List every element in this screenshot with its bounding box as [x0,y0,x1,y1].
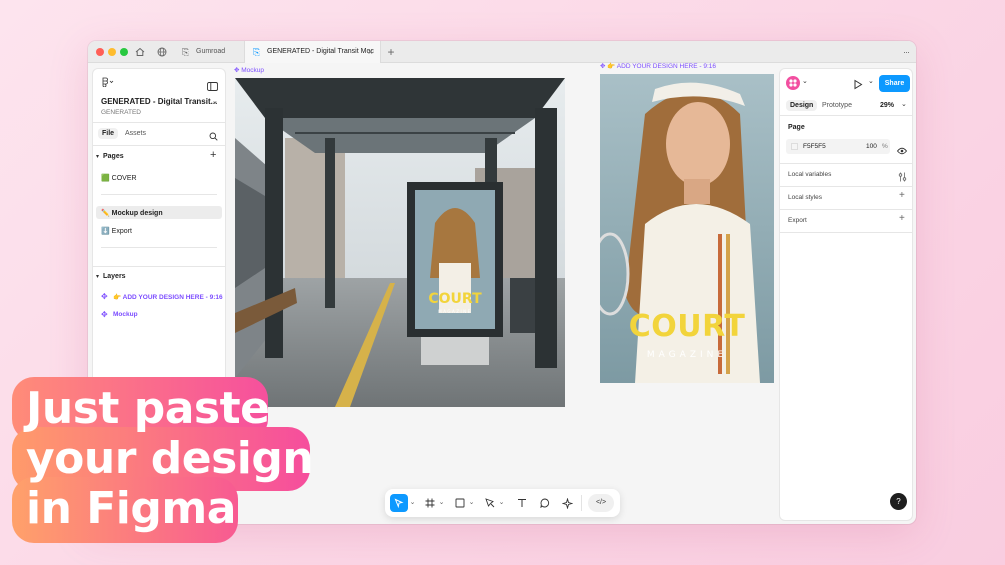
chevron-down-icon[interactable]: ⌄ [212,97,218,105]
more-icon[interactable]: ··· [898,45,914,59]
collapse-layers-icon[interactable]: ▾ [96,273,99,280]
close-tab-icon[interactable]: × [368,41,373,63]
variables-settings-icon[interactable] [898,169,907,187]
tab-generated-file[interactable]: ⎘ GENERATED - Digital Transit Moc × [244,41,381,63]
chevron-down-icon[interactable]: ⌄ [468,494,475,512]
add-style-icon[interactable]: + [899,190,905,201]
home-icon[interactable] [133,45,147,59]
layer-item-mockup[interactable]: Mockup [113,311,138,318]
export-label[interactable]: Export [788,217,807,224]
add-page-button[interactable]: + [210,149,216,161]
present-play-icon[interactable] [853,77,863,95]
tab-label: Gumroad [196,48,226,55]
color-swatch[interactable] [791,143,798,150]
page-color-value[interactable]: F5F5F5 [803,143,826,150]
tab-label: GENERATED - Digital Transit Moc [267,48,374,55]
local-styles-label[interactable]: Local styles [788,194,822,201]
eye-icon[interactable] [896,142,908,160]
minimize-window-button[interactable] [108,48,116,56]
page-opacity-value[interactable]: 100 [866,143,877,150]
new-tab-button[interactable]: + [384,45,398,59]
title-bar: ⎘ Gumroad ⎘ GENERATED - Digital Transit … [88,41,916,63]
globe-icon[interactable] [155,45,169,59]
tab-assets[interactable]: Assets [125,130,146,137]
promo-headline: Just paste your design in Figma [12,377,314,552]
poster-subtitle: MAGAZINE [647,350,727,360]
collapse-pages-icon[interactable]: ▾ [96,153,99,160]
tab-design[interactable]: Design [786,100,818,111]
zoom-level[interactable]: 29% [880,102,894,109]
tab-file[interactable]: File [98,128,119,139]
text-tool-icon[interactable] [514,494,530,512]
add-export-icon[interactable]: + [899,213,905,224]
headline-line-3: in Figma [26,483,236,534]
headline-line-1: Just paste [26,383,270,434]
bottom-toolbar: ⌄ ⌄ ⌄ ⌄ </> [385,489,620,517]
page-item-export[interactable]: ⬇️ Export [101,227,132,235]
figma-menu-icon[interactable] [101,77,115,90]
rectangle-tool-icon[interactable] [452,494,468,512]
page-item-cover[interactable]: 🟩 COVER [101,174,137,182]
frame-label-text: Mockup [241,67,265,74]
frame-tool-icon[interactable] [422,494,438,512]
right-sidebar: ⌄ ⌄ Share Design Prototype 29% ⌄ Page F5… [779,68,913,521]
pen-tool-icon[interactable] [482,494,498,512]
search-icon[interactable] [209,128,218,146]
frame-label-add-design[interactable]: ✥ 👉 ADD YOUR DESIGN HERE - 9:16 [600,62,716,70]
layer-item-add-design[interactable]: 👉 ADD YOUR DESIGN HERE - 9:16 [113,293,223,301]
close-window-button[interactable] [96,48,104,56]
component-icon: ✥ [101,292,108,301]
mockup-photo[interactable]: COURT MAGAZINE [235,78,565,407]
poster-title: COURT [629,309,746,344]
page-heading: Page [788,124,805,131]
frame-label-text: 👉 ADD YOUR DESIGN HERE - 9:16 [607,63,717,70]
tab-gumroad[interactable]: ⎘ Gumroad [174,41,244,63]
file-subtitle: GENERATED [101,109,141,116]
tennis-player-illustration: COURT MAGAZINE [600,74,774,383]
dev-mode-toggle[interactable]: </> [588,494,614,512]
actions-sparkle-icon[interactable] [559,494,575,512]
chevron-down-icon[interactable]: ⌄ [901,100,907,108]
chevron-down-icon[interactable]: ⌄ [409,494,416,512]
chevron-down-icon[interactable]: ⌄ [438,494,445,512]
pages-heading: Pages [103,153,124,160]
page-item-mockup-design[interactable]: ✏️ Mockup design [101,209,163,217]
tab-prototype[interactable]: Prototype [822,102,852,109]
figma-file-icon: ⎘ [253,47,261,57]
share-button[interactable]: Share [879,75,910,92]
maximize-window-button[interactable] [120,48,128,56]
multiplayer-avatar-icon[interactable] [786,76,800,90]
bus-shelter-illustration: COURT MAGAZINE [235,78,565,407]
headline-line-2: your design [26,433,314,484]
chevron-down-icon[interactable]: ⌄ [498,494,505,512]
figma-file-icon: ⎘ [182,47,190,57]
chevron-down-icon[interactable]: ⌄ [868,77,874,85]
sidebar-toggle-icon[interactable] [207,78,218,96]
local-variables-label[interactable]: Local variables [788,171,831,178]
move-tool-icon[interactable] [390,494,408,512]
page-color-field[interactable]: F5F5F5 100 % [786,139,890,154]
layers-heading: Layers [103,273,126,280]
comment-tool-icon[interactable] [537,494,553,512]
design-poster[interactable]: COURT MAGAZINE [600,74,774,383]
file-title[interactable]: GENERATED - Digital Transit... [101,97,217,106]
frame-label-mockup[interactable]: ✥ Mockup [234,66,264,74]
help-button[interactable]: ? [890,493,907,510]
percent-label: % [882,143,888,150]
poster-subtitle-small: MAGAZINE [438,309,471,314]
chevron-down-icon[interactable]: ⌄ [802,77,808,85]
poster-title-small: COURT [428,291,482,307]
component-icon: ✥ [101,310,108,319]
